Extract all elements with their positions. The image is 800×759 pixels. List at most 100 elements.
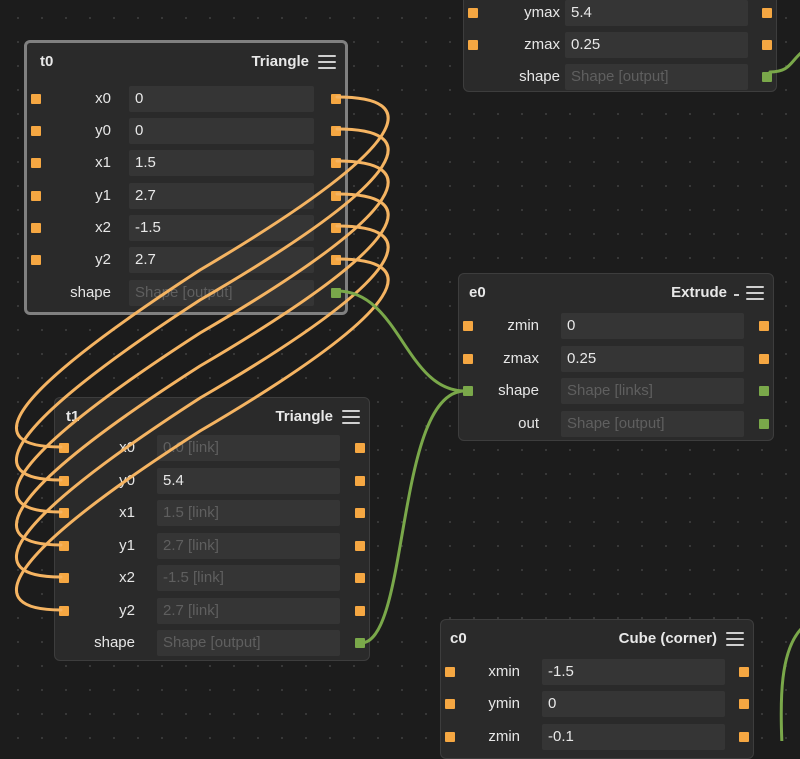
- output-row-shape: shape Shape [output]: [464, 61, 776, 93]
- input-row-y1: y1 2.7 [link]: [55, 530, 369, 562]
- input-port-xmin[interactable]: [445, 667, 455, 677]
- node-header[interactable]: e0 Extrude: [459, 274, 773, 308]
- zmin-field[interactable]: 0: [561, 313, 744, 339]
- output-port-x2[interactable]: [331, 223, 341, 233]
- output-port-zmin[interactable]: [759, 321, 769, 331]
- shape-output-port[interactable]: [759, 386, 769, 396]
- hamburger-menu-icon[interactable]: [726, 632, 744, 646]
- input-port-ymax[interactable]: [468, 8, 478, 18]
- shape-input-port[interactable]: [463, 386, 473, 396]
- output-port-y0[interactable]: [331, 126, 341, 136]
- input-port-x2[interactable]: [59, 573, 69, 583]
- hamburger-menu-icon[interactable]: [342, 410, 360, 424]
- shape-links-field: Shape [links]: [561, 378, 744, 404]
- input-label: y1: [95, 187, 111, 204]
- input-label: xmin: [488, 663, 520, 680]
- out-output-port[interactable]: [759, 419, 769, 429]
- input-row-x1: x1 1.5 [link]: [55, 497, 369, 529]
- input-label: zmax: [503, 350, 539, 367]
- wire-t0-shape-to-e0-shape[interactable]: [335, 289, 467, 393]
- node-type: Triangle: [275, 408, 333, 425]
- output-port-y1[interactable]: [331, 191, 341, 201]
- node-header[interactable]: t1 Triangle: [55, 398, 369, 432]
- output-port-x0[interactable]: [331, 94, 341, 104]
- x1-field[interactable]: 1.5: [129, 150, 314, 176]
- shape-output-port[interactable]: [355, 638, 365, 648]
- output-port-y1[interactable]: [355, 541, 365, 551]
- input-port-y1[interactable]: [59, 541, 69, 551]
- node-partial[interactable]: ymax 5.4 zmax 0.25 shape Shape [output]: [463, 0, 777, 92]
- zmin-field[interactable]: -0.1: [542, 724, 725, 750]
- shape-output-port[interactable]: [331, 288, 341, 298]
- output-port-y0[interactable]: [355, 476, 365, 486]
- output-port-y2[interactable]: [331, 255, 341, 265]
- output-row-out: out Shape [output]: [459, 408, 773, 440]
- node-t1-triangle[interactable]: t1 Triangle x0 0.0 [link] y0 5.4 x1 1.5 …: [54, 397, 370, 661]
- x0-field[interactable]: 0: [129, 86, 314, 112]
- input-port-y0[interactable]: [59, 476, 69, 486]
- node-c0-cube-corner[interactable]: c0 Cube (corner) xmin -1.5 ymin 0 zmin -…: [440, 619, 754, 759]
- y2-field[interactable]: 2.7: [129, 247, 314, 273]
- node-t0-triangle[interactable]: t0 Triangle x0 0 y0 0 x1 1.5 y1 2.7 x2 -…: [24, 40, 348, 315]
- output-port-zmax[interactable]: [762, 40, 772, 50]
- node-type: Triangle: [251, 53, 309, 70]
- input-row-shape: shape Shape [links]: [459, 375, 773, 407]
- input-port-zmax[interactable]: [463, 354, 473, 364]
- y1-field[interactable]: 2.7: [129, 183, 314, 209]
- input-label: y0: [95, 122, 111, 139]
- output-port-x1[interactable]: [355, 508, 365, 518]
- zmax-field[interactable]: 0.25: [561, 346, 744, 372]
- input-port-y1[interactable]: [31, 191, 41, 201]
- xmin-field[interactable]: -1.5: [542, 659, 725, 685]
- ymax-field[interactable]: 5.4: [565, 0, 748, 26]
- output-port-y2[interactable]: [355, 606, 365, 616]
- input-row-x2: x2 -1.5: [27, 212, 345, 244]
- y1-field: 2.7 [link]: [157, 533, 340, 559]
- input-port-x1[interactable]: [31, 158, 41, 168]
- output-port-x2[interactable]: [355, 573, 365, 583]
- input-port-ymin[interactable]: [445, 699, 455, 709]
- input-row-zmax: zmax 0.25: [459, 343, 773, 375]
- hamburger-menu-icon[interactable]: [746, 286, 764, 300]
- y0-field[interactable]: 5.4: [157, 468, 340, 494]
- output-port-x0[interactable]: [355, 443, 365, 453]
- collapse-dot-icon[interactable]: [734, 294, 739, 296]
- input-label: y2: [95, 251, 111, 268]
- zmax-field[interactable]: 0.25: [565, 32, 748, 58]
- wire-t1-shape-to-e0-shape[interactable]: [359, 389, 467, 645]
- input-row-x1: x1 1.5: [27, 147, 345, 179]
- node-e0-extrude[interactable]: e0 Extrude zmin 0 zmax 0.25 shape Shape …: [458, 273, 774, 441]
- input-row-zmin: zmin -0.1: [441, 721, 753, 753]
- input-port-y2[interactable]: [31, 255, 41, 265]
- input-row-x2: x2 -1.5 [link]: [55, 562, 369, 594]
- input-port-zmin[interactable]: [463, 321, 473, 331]
- output-port-ymax[interactable]: [762, 8, 772, 18]
- hamburger-menu-icon[interactable]: [318, 55, 336, 69]
- output-label: shape: [70, 284, 111, 301]
- input-port-x0[interactable]: [31, 94, 41, 104]
- wire-c0-right-edge[interactable]: [779, 628, 800, 741]
- input-port-y2[interactable]: [59, 606, 69, 616]
- input-label: x2: [95, 219, 111, 236]
- input-port-y0[interactable]: [31, 126, 41, 136]
- ymin-field[interactable]: 0: [542, 691, 725, 717]
- node-id: t0: [40, 53, 54, 70]
- output-port-xmin[interactable]: [739, 667, 749, 677]
- input-label: x1: [95, 154, 111, 171]
- input-label: x0: [119, 439, 135, 456]
- output-port-x1[interactable]: [331, 158, 341, 168]
- input-port-x0[interactable]: [59, 443, 69, 453]
- input-port-x2[interactable]: [31, 223, 41, 233]
- input-port-x1[interactable]: [59, 508, 69, 518]
- input-label: shape: [498, 382, 539, 399]
- node-header[interactable]: c0 Cube (corner): [441, 620, 753, 654]
- input-row-x0: x0 0: [27, 83, 345, 115]
- input-row-ymin: ymin 0: [441, 688, 753, 720]
- output-port-ymin[interactable]: [739, 699, 749, 709]
- shape-output-port[interactable]: [762, 72, 772, 82]
- x2-field[interactable]: -1.5: [129, 215, 314, 241]
- node-header[interactable]: t0 Triangle: [27, 43, 345, 77]
- y0-field[interactable]: 0: [129, 118, 314, 144]
- input-port-zmax[interactable]: [468, 40, 478, 50]
- output-port-zmax[interactable]: [759, 354, 769, 364]
